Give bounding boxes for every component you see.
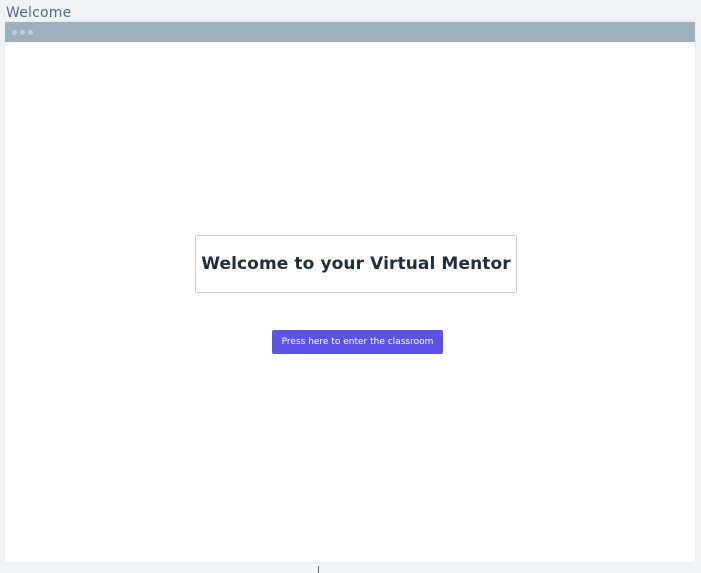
resize-handle[interactable]: [318, 566, 319, 573]
window-titlebar: [5, 22, 695, 42]
welcome-title: Welcome to your Virtual Mentor: [201, 254, 511, 274]
window-control-dot-icon[interactable]: [28, 29, 33, 35]
welcome-card: Welcome to your Virtual Mentor: [195, 235, 517, 293]
app-window: Welcome to your Virtual Mentor Press her…: [5, 22, 695, 562]
window-content: Welcome to your Virtual Mentor Press her…: [5, 42, 695, 562]
enter-classroom-button[interactable]: Press here to enter the classroom: [272, 330, 443, 354]
page-label: Welcome: [6, 5, 72, 21]
window-control-dot-icon[interactable]: [20, 29, 25, 35]
window-control-dot-icon[interactable]: [12, 29, 17, 35]
